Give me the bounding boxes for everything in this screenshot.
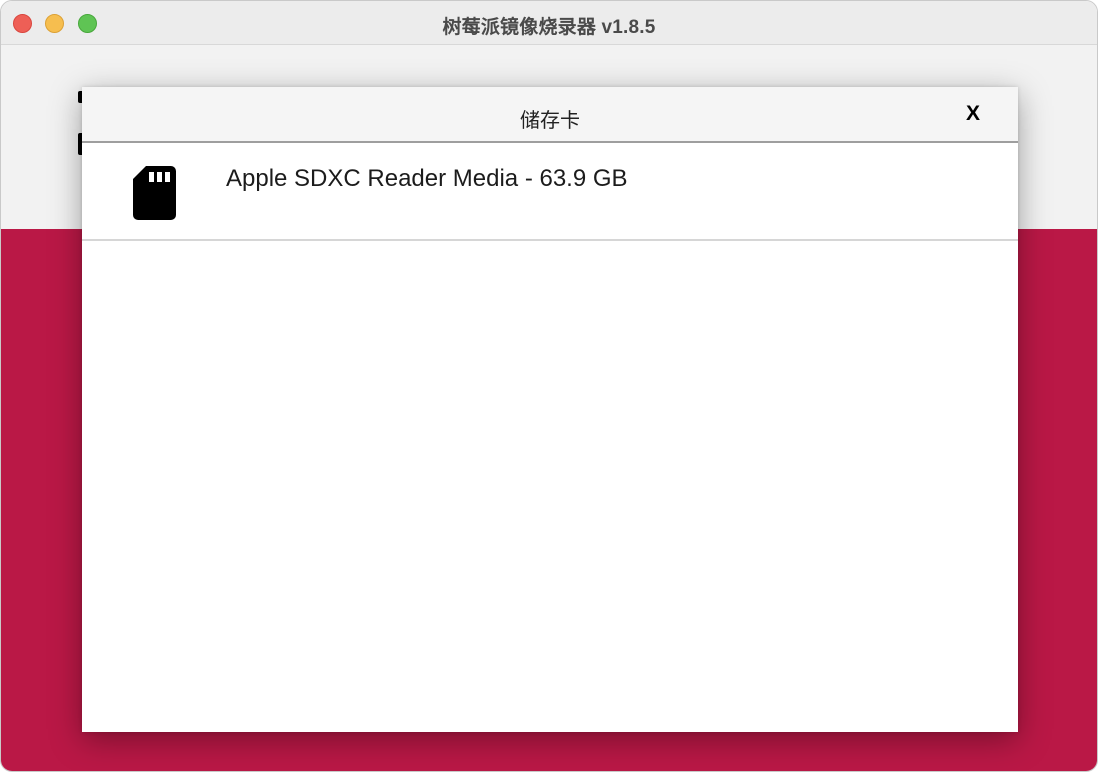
storage-dialog: 储存卡 X Apple SDXC Reader Media - 63.9 GB <box>82 87 1018 732</box>
dialog-header: 储存卡 X <box>82 87 1018 143</box>
storage-list-item[interactable]: Apple SDXC Reader Media - 63.9 GB <box>82 143 1018 241</box>
sd-card-icon <box>133 166 176 220</box>
title-bar: 树莓派镜像烧录器 v1.8.5 <box>1 1 1097 45</box>
dialog-title: 储存卡 <box>520 110 580 132</box>
app-window: 树莓派镜像烧录器 v1.8.5 储存卡 X Apple SDXC Reader … <box>0 0 1098 772</box>
storage-device-label: Apple SDXC Reader Media - 63.9 GB <box>226 165 628 192</box>
window-title: 树莓派镜像烧录器 v1.8.5 <box>442 17 656 38</box>
dialog-close-button[interactable]: X <box>966 103 980 125</box>
